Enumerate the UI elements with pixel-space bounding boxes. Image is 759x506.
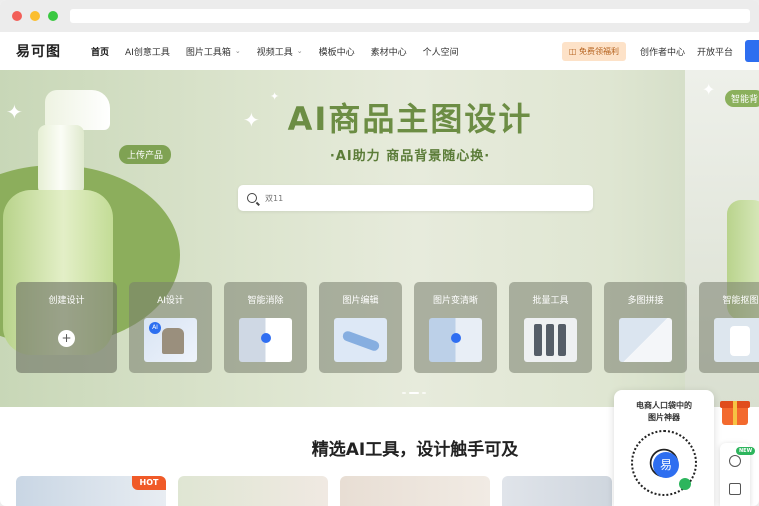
card-label: AI设计 (157, 296, 184, 306)
chair-image (162, 328, 184, 354)
tool-cards: 创建设计 + AI设计 AI 智能消除 图片编辑 图片变清晰 批量工具 多图拼接… (16, 282, 759, 373)
gift-icon: ◫ (568, 46, 579, 56)
hot-badge: HOT (132, 476, 166, 490)
nav-item-label: 模板中心 (318, 47, 355, 58)
hero-subtitle: ·AI助力 商品背景随心换· (329, 149, 491, 164)
creator-center-link[interactable]: 创作者中心 (640, 45, 685, 58)
nav-item-materials[interactable]: 素材中心 (371, 45, 407, 58)
browser-chrome (0, 0, 759, 32)
wechat-mini-icon (679, 478, 691, 490)
nav-item-templates[interactable]: 模板中心 (319, 45, 355, 58)
nav-item-label: 视频工具 (256, 47, 293, 58)
address-bar[interactable] (70, 9, 750, 23)
nav-item-label: 首页 (91, 47, 110, 58)
gift-box-icon[interactable] (718, 393, 752, 427)
plus-icon: + (58, 330, 75, 347)
qr-caption: 电商人口袋中的 图片神器 (614, 400, 714, 424)
card-image-enhance[interactable]: 图片变清晰 (414, 282, 497, 373)
product-image (730, 326, 750, 356)
browser-window: 易可图 首页 AI创意工具 图片工具箱 ⌄ 视频工具 ⌄ 模板中心 素材中心 个人空… (0, 0, 759, 506)
open-platform-link[interactable]: 开放平台 (697, 45, 733, 58)
smart-erase-thumbnail (239, 318, 292, 362)
nav-item-personal-space[interactable]: 个人空间 (423, 45, 459, 58)
ai-design-thumbnail: AI (144, 318, 197, 362)
gift-box-ribbon (733, 401, 737, 425)
card-label: 多图拼接 (627, 296, 664, 306)
maximize-window-button[interactable] (48, 11, 58, 21)
pager-dot[interactable] (422, 392, 426, 394)
card-label: 图片编辑 (342, 296, 379, 306)
nav-right-group: ◫ 免费领福利 创作者中心 开放平台 (561, 32, 759, 70)
card-label: 图片变清晰 (432, 296, 478, 306)
nav-item-label: 图片工具箱 (185, 47, 231, 58)
tool-image (534, 324, 542, 356)
card-smart-erase[interactable]: 智能消除 (224, 282, 307, 373)
minimize-window-button[interactable] (30, 11, 40, 21)
pager-dot-active[interactable] (409, 392, 419, 394)
search-input[interactable] (265, 193, 565, 203)
compare-slider-icon (261, 333, 271, 343)
feature-card[interactable] (340, 476, 490, 506)
image-enhance-thumbnail (429, 318, 482, 362)
qr-logo: 易 (653, 452, 679, 478)
nav-item-image-toolbox[interactable]: 图片工具箱 ⌄ (186, 45, 241, 58)
nav-item-label: AI创意工具 (125, 47, 170, 58)
benefit-label: 免费领福利 (578, 46, 619, 56)
document-icon[interactable] (729, 483, 741, 495)
card-label: 批量工具 (532, 296, 569, 306)
hero-title: AI商品主图设计 (287, 100, 533, 138)
card-label: 智能抠图 (722, 296, 759, 306)
login-button[interactable] (745, 40, 759, 62)
card-create-design[interactable]: 创建设计 + (16, 282, 117, 373)
chevron-down-icon: ⌄ (234, 47, 241, 55)
search-icon (247, 193, 257, 203)
qr-caption-line: 图片神器 (648, 413, 680, 422)
qr-code-icon: 易 (631, 430, 697, 496)
cutout-thumbnail (714, 318, 759, 362)
hero-banner: 上传产品 ✦ ✦ ✦ ✦ 智能背 AI商品主图设计 ·AI助力 商品背景随心换·… (0, 70, 759, 407)
feature-card[interactable] (502, 476, 612, 506)
tool-image (558, 324, 566, 356)
search-box[interactable] (238, 185, 593, 211)
product-image (341, 329, 381, 353)
card-label: 创建设计 (48, 296, 85, 306)
carousel-pager (402, 392, 429, 394)
site-logo[interactable]: 易可图 (16, 41, 61, 61)
tool-image (546, 324, 554, 356)
qr-code-widget[interactable]: 电商人口袋中的 图片神器 易 (614, 390, 714, 506)
card-label: 智能消除 (247, 296, 284, 306)
compass-icon[interactable] (729, 455, 741, 467)
chevron-down-icon: ⌄ (296, 47, 303, 55)
compare-slider-icon (451, 333, 461, 343)
card-smart-cutout[interactable]: 智能抠图 (699, 282, 759, 373)
new-badge: NEW (736, 447, 756, 455)
nav-item-label: 个人空间 (422, 47, 459, 58)
nav-item-ai-tools[interactable]: AI创意工具 (125, 45, 170, 58)
ai-badge-icon: AI (149, 322, 161, 334)
card-ai-design[interactable]: AI设计 AI (129, 282, 212, 373)
nav-item-home[interactable]: 首页 (91, 45, 109, 58)
batch-tools-thumbnail (524, 318, 577, 362)
nav-item-label: 素材中心 (370, 47, 407, 58)
card-multi-collage[interactable]: 多图拼接 (604, 282, 687, 373)
card-batch-tools[interactable]: 批量工具 (509, 282, 592, 373)
collage-thumbnail (619, 318, 672, 362)
card-image-edit[interactable]: 图片编辑 (319, 282, 402, 373)
pager-dot[interactable] (402, 392, 406, 394)
nav-item-video-tools[interactable]: 视频工具 ⌄ (257, 45, 303, 58)
image-edit-thumbnail (334, 318, 387, 362)
free-benefit-button[interactable]: ◫ 免费领福利 (561, 41, 626, 61)
top-nav: 易可图 首页 AI创意工具 图片工具箱 ⌄ 视频工具 ⌄ 模板中心 素材中心 个人空… (0, 32, 759, 70)
feature-card[interactable] (178, 476, 328, 506)
qr-caption-line: 电商人口袋中的 (636, 401, 692, 410)
close-window-button[interactable] (12, 11, 22, 21)
